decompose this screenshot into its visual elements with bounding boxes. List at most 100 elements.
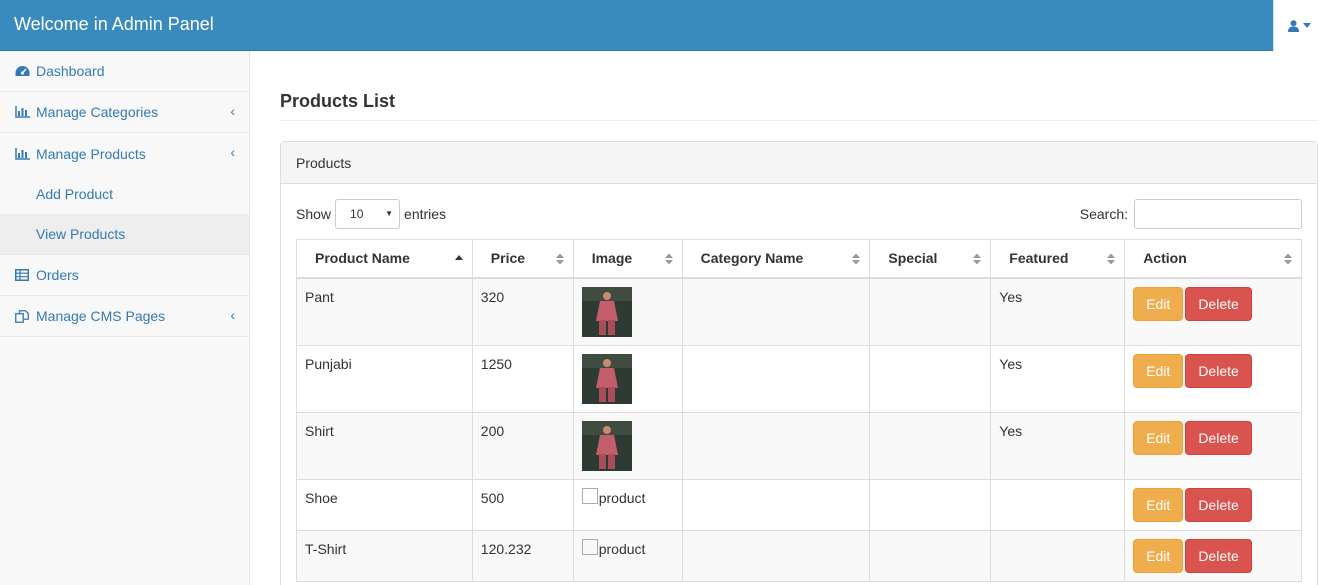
cell-category-name <box>681 478 871 531</box>
select-arrow-icon: ▼ <box>385 209 394 218</box>
column-header-category-name[interactable]: Category Name <box>681 239 871 279</box>
cell-featured: Yes <box>990 411 1126 480</box>
cell-special <box>869 411 992 480</box>
entries-length-control: Show 10 ▼ entries <box>296 199 446 229</box>
column-header-featured[interactable]: Featured <box>990 239 1126 279</box>
delete-button[interactable]: Delete <box>1185 286 1252 321</box>
delete-button[interactable]: Delete <box>1185 353 1252 388</box>
cell-actions: Edit Delete <box>1124 277 1302 346</box>
image-alt-text: product <box>598 540 646 557</box>
cell-price: 1250 <box>471 344 574 413</box>
sidebar-item-label: Manage Categories <box>36 104 159 120</box>
products-table: Product Name Price Image Category Name S… <box>296 239 1302 582</box>
cell-actions: Edit Delete <box>1124 411 1302 480</box>
edit-button[interactable]: Edit <box>1133 538 1184 573</box>
cell-product-name: Pant <box>296 277 473 346</box>
files-icon <box>15 309 32 323</box>
edit-button[interactable]: Edit <box>1133 420 1184 455</box>
cell-category-name <box>681 411 871 480</box>
cell-actions: Edit Delete <box>1124 478 1302 531</box>
sidebar-item-orders[interactable]: Orders <box>0 255 249 296</box>
chevron-left-icon: ‹ <box>230 103 235 119</box>
cell-price: 320 <box>471 277 574 346</box>
sidebar-item-dashboard[interactable]: Dashboard <box>0 51 249 92</box>
sidebar: Dashboard Manage Categories ‹ Manage Pro… <box>0 51 250 585</box>
cell-actions: Edit Delete <box>1124 344 1302 413</box>
bar-chart-icon <box>15 147 32 161</box>
sort-both-icon <box>1107 253 1116 265</box>
broken-image: product <box>581 538 674 557</box>
column-header-action[interactable]: Action <box>1124 239 1302 279</box>
entries-select-value: 10 <box>350 207 364 221</box>
caret-down-icon <box>1302 23 1311 28</box>
sort-both-icon <box>664 253 673 265</box>
products-submenu: Add Product View Products <box>0 174 249 255</box>
search-label: Search: <box>1079 206 1128 222</box>
table-icon <box>15 268 32 282</box>
dashboard-icon <box>15 64 32 78</box>
broken-image: product <box>581 487 674 506</box>
column-header-image[interactable]: Image <box>572 239 683 279</box>
cell-featured <box>990 529 1126 582</box>
sort-asc-icon <box>454 255 463 260</box>
sidebar-item-manage-cms-pages[interactable]: Manage CMS Pages ‹ <box>0 296 249 337</box>
search-input[interactable] <box>1134 199 1302 229</box>
sort-both-icon <box>852 253 861 265</box>
table-row: T-Shirt 120.232 product Edit Delete <box>296 529 1302 582</box>
sidebar-item-label: Manage Products <box>36 145 146 162</box>
user-menu-toggle[interactable] <box>1273 0 1324 51</box>
sidebar-item-manage-products[interactable]: Manage Products ‹ <box>0 133 249 174</box>
edit-button[interactable]: Edit <box>1133 286 1184 321</box>
cell-image <box>572 411 683 480</box>
cell-image <box>572 277 683 346</box>
show-label: Show <box>296 206 332 222</box>
column-header-special[interactable]: Special <box>869 239 992 279</box>
cell-category-name <box>681 277 871 346</box>
table-row: Shoe 500 product Edit Delete <box>296 478 1302 531</box>
page-title: Products List <box>280 91 396 111</box>
table-header-row: Product Name Price Image Category Name S… <box>296 239 1302 279</box>
bar-chart-icon <box>15 105 32 119</box>
cell-price: 120.232 <box>471 529 574 582</box>
delete-button[interactable]: Delete <box>1185 487 1252 522</box>
cell-special <box>869 529 992 582</box>
column-header-product-name[interactable]: Product Name <box>296 239 473 279</box>
delete-button[interactable]: Delete <box>1185 420 1252 455</box>
cell-actions: Edit Delete <box>1124 529 1302 582</box>
entries-label: entries <box>404 206 447 222</box>
brand-title[interactable]: Welcome in Admin Panel <box>14 14 214 35</box>
product-thumbnail <box>581 286 632 337</box>
cell-image <box>572 344 683 413</box>
cell-special <box>869 277 992 346</box>
sort-both-icon <box>555 253 564 265</box>
broken-image-icon <box>581 538 598 555</box>
cell-featured: Yes <box>990 344 1126 413</box>
cell-featured <box>990 478 1126 531</box>
search-control: Search: <box>1080 199 1302 229</box>
cell-price: 500 <box>471 478 574 531</box>
edit-button[interactable]: Edit <box>1133 353 1184 388</box>
cell-image: product <box>572 478 683 531</box>
sidebar-subitem-label: Add Product <box>36 186 114 202</box>
sidebar-subitem-add-product[interactable]: Add Product <box>0 174 249 214</box>
column-header-price[interactable]: Price <box>471 239 574 279</box>
sidebar-item-manage-categories[interactable]: Manage Categories ‹ <box>0 92 249 133</box>
entries-select[interactable]: 10 ▼ <box>335 199 401 229</box>
sidebar-subitem-view-products[interactable]: View Products <box>0 214 249 254</box>
cell-category-name <box>681 344 871 413</box>
title-divider <box>280 120 1318 121</box>
chevron-left-icon: ‹ <box>230 144 235 160</box>
sidebar-item-label: Dashboard <box>36 63 105 79</box>
product-thumbnail <box>581 420 632 471</box>
edit-button[interactable]: Edit <box>1133 487 1184 522</box>
sidebar-subitem-label: View Products <box>36 226 126 242</box>
cell-product-name: Shoe <box>296 478 473 531</box>
sidebar-item-label: Orders <box>36 267 79 283</box>
sort-both-icon <box>1284 253 1292 265</box>
table-row: Pant 320 Yes Edit Delete <box>296 277 1302 346</box>
cell-price: 200 <box>471 411 574 480</box>
products-panel: Products Show 10 ▼ entries Search: Produ… <box>280 141 1318 585</box>
delete-button[interactable]: Delete <box>1185 538 1252 573</box>
cell-featured: Yes <box>990 277 1126 346</box>
cell-product-name: T-Shirt <box>296 529 473 582</box>
